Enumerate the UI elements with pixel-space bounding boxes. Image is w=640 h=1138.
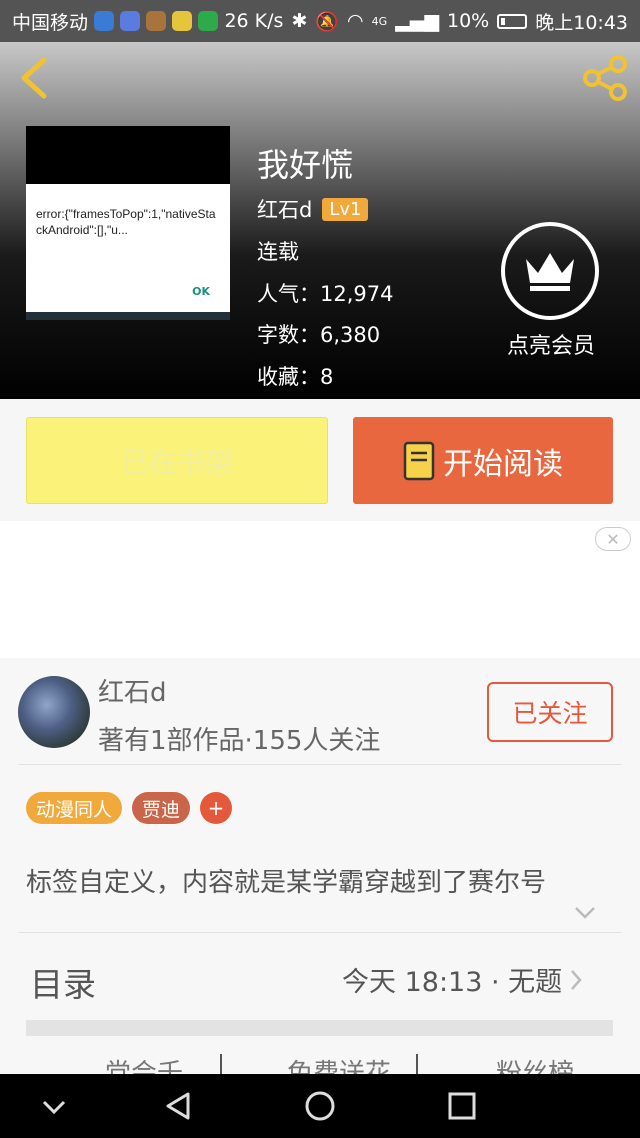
- book-icon: [403, 441, 435, 480]
- crown-icon: [526, 253, 574, 291]
- network-speed: 26 K/s: [224, 10, 284, 32]
- divider: [18, 764, 622, 765]
- chevron-down-icon[interactable]: [574, 906, 596, 920]
- author-row: 红石d Lv1: [257, 194, 369, 224]
- toc-latest-chapter[interactable]: 今天 18:13 · 无题: [342, 960, 582, 999]
- author-meta: 著有1部作品·155人关注: [98, 726, 381, 756]
- book-cover[interactable]: error:{"framesToPop":1,"nativeStackAndro…: [26, 126, 230, 320]
- tab-fan-ranking[interactable]: 粉丝榜: [496, 1054, 574, 1074]
- clock: 晚上10:43: [535, 11, 628, 34]
- music-app-icon: [120, 11, 141, 31]
- back-triangle-icon[interactable]: [162, 1090, 194, 1122]
- tab-recommend[interactable]: 党会千: [105, 1054, 183, 1074]
- recents-square-icon[interactable]: [446, 1090, 478, 1122]
- follow-button[interactable]: 已关注: [487, 682, 613, 742]
- chevron-right-icon: [571, 969, 582, 990]
- shelf-button[interactable]: 已在书架: [26, 417, 328, 504]
- toc-update-text: 今天 18:13 · 无题: [342, 967, 563, 998]
- network-type: 4G: [371, 14, 388, 28]
- app-notification-icon: [94, 11, 115, 31]
- cover-strip: [26, 312, 230, 320]
- word-count: 字数：6,380: [257, 323, 381, 347]
- avatar[interactable]: [18, 676, 90, 748]
- add-tag-button[interactable]: +: [200, 792, 233, 824]
- favorites: 收藏：8: [257, 365, 334, 389]
- ad-area: ✕: [0, 521, 640, 658]
- vip-button[interactable]: [501, 222, 599, 320]
- tab-separator: [220, 1054, 222, 1074]
- start-reading-label: 开始阅读: [443, 446, 563, 482]
- vip-label[interactable]: 点亮会员: [490, 328, 612, 360]
- section-separator: [26, 1020, 613, 1036]
- divider: [18, 932, 622, 933]
- game-app-icon: [146, 11, 167, 31]
- book-title: 我好慌: [257, 146, 354, 184]
- system-nav-bar: [0, 1074, 640, 1138]
- video-app-icon: [198, 11, 219, 31]
- mute-icon: 🔕: [315, 10, 340, 33]
- toc-title[interactable]: 目录: [30, 958, 96, 1006]
- serial-status: 连载: [257, 240, 299, 264]
- tag-anime-fanfic[interactable]: 动漫同人: [26, 792, 123, 824]
- bottom-tab-row: 党会千 免费送花 粉丝榜: [0, 1054, 640, 1074]
- tab-separator: [416, 1054, 418, 1074]
- action-row: 已在书架 开始阅读: [0, 399, 640, 521]
- popularity: 人气：12,974: [257, 282, 394, 306]
- chevron-down-icon[interactable]: [38, 1090, 70, 1122]
- chevron-left-icon[interactable]: [16, 56, 52, 100]
- author-name[interactable]: 红石d: [257, 194, 312, 224]
- author-section: 红石d 著有1部作品·155人关注 已关注 动漫同人 贾迪 + 标签自定义，内容…: [0, 658, 640, 1074]
- tag-list: 动漫同人 贾迪 +: [26, 792, 233, 824]
- share-icon[interactable]: [580, 54, 630, 102]
- cover-error-dialog: error:{"framesToPop":1,"nativeStackAndro…: [26, 184, 230, 314]
- book-header: error:{"framesToPop":1,"nativeStackAndro…: [0, 42, 640, 399]
- battery-percent: 10%: [447, 10, 490, 32]
- chat-app-icon: [172, 11, 193, 31]
- tab-free-flowers[interactable]: 免费送花: [287, 1054, 391, 1074]
- tag-jiadi[interactable]: 贾迪: [132, 792, 191, 824]
- carrier-label: 中国移动: [12, 11, 89, 34]
- start-reading-button[interactable]: 开始阅读: [353, 417, 613, 504]
- status-bar: 中国移动 26 K/s ✱ 🔕 ◠ 4G ▂▄▆ 10% 晚上10:43: [0, 0, 640, 42]
- home-circle-icon[interactable]: [304, 1090, 336, 1122]
- book-description: 标签自定义，内容就是某学霸穿越到了赛尔号: [26, 868, 547, 898]
- cover-ok-label: OK: [192, 285, 210, 298]
- level-badge: Lv1: [322, 197, 369, 221]
- close-icon[interactable]: ✕: [595, 527, 631, 551]
- battery-icon: [497, 13, 528, 29]
- author-section-name[interactable]: 红石d: [98, 672, 167, 709]
- signal-icon: ▂▄▆: [395, 10, 439, 32]
- cover-error-text: error:{"framesToPop":1,"nativeStackAndro…: [36, 207, 216, 237]
- wifi-icon: ◠: [347, 10, 364, 32]
- bluetooth-icon: ✱: [291, 10, 308, 32]
